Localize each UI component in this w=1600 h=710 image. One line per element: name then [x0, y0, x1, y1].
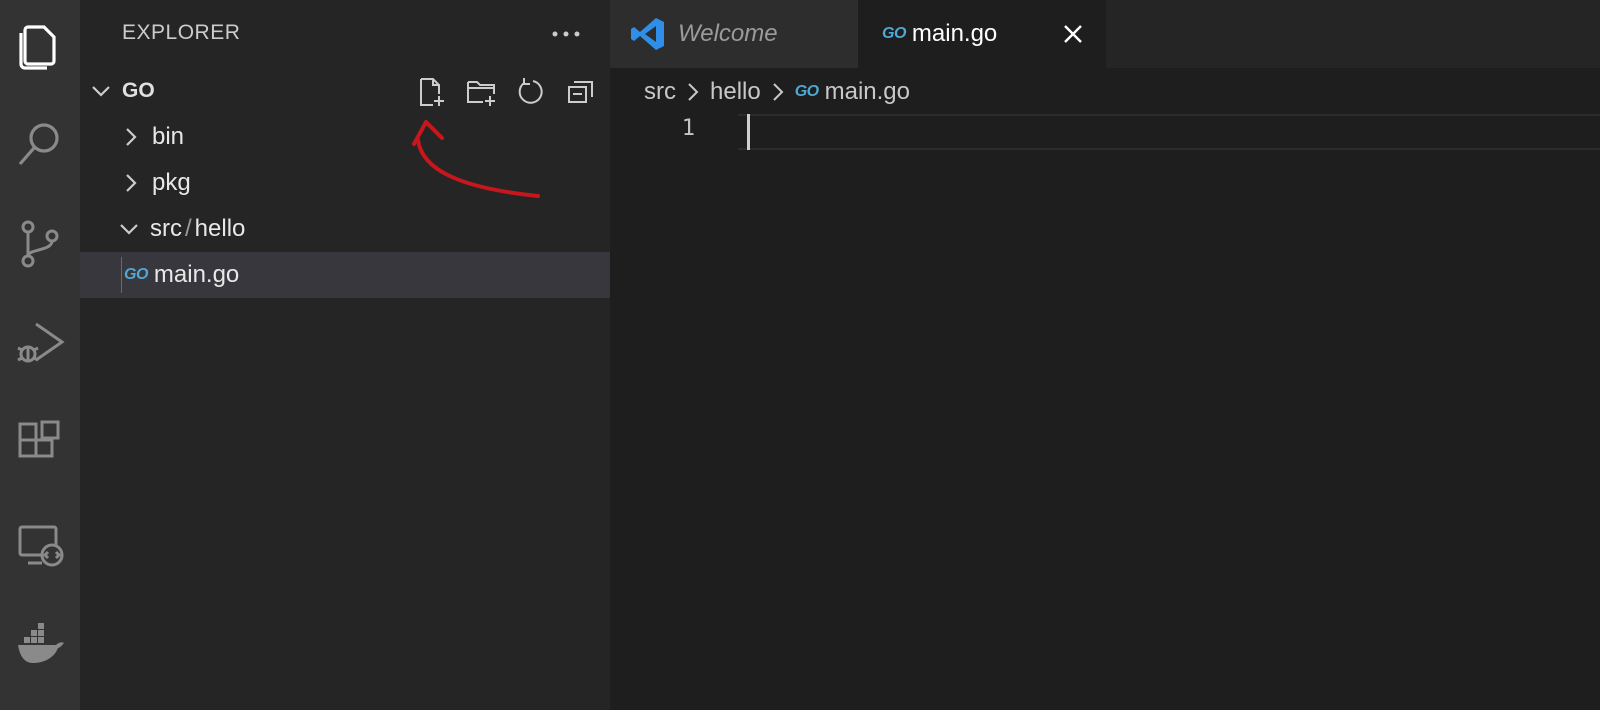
workspace-section-header[interactable]: GO [80, 68, 610, 114]
tab-welcome[interactable]: Welcome [610, 0, 858, 68]
path-separator: / [185, 215, 192, 242]
breadcrumb-item[interactable]: main.go [825, 78, 910, 106]
tab-label: main.go [911, 20, 998, 47]
go-file-icon: GO [124, 266, 148, 283]
extensions-icon[interactable] [0, 402, 80, 482]
text-cursor [747, 114, 750, 150]
docker-icon[interactable] [0, 605, 80, 685]
chevron-right-icon [126, 174, 137, 192]
refresh-icon[interactable] [510, 74, 552, 110]
new-file-icon[interactable] [410, 74, 452, 110]
new-folder-icon[interactable] [460, 74, 502, 110]
vscode-logo-icon [631, 18, 664, 50]
explorer-sidebar: EXPLORER GO bin pkg src / hello GO main.… [80, 0, 610, 710]
tree-item-label: hello [194, 215, 246, 242]
current-line-highlight [738, 114, 1600, 150]
go-file-icon: GO [882, 25, 906, 42]
indent-guide [121, 257, 122, 293]
more-actions-icon[interactable] [546, 14, 586, 54]
breadcrumb-item[interactable]: hello [710, 78, 761, 106]
remote-explorer-icon[interactable] [0, 505, 80, 585]
tree-folder-src-hello[interactable]: src / hello [80, 206, 610, 252]
breadcrumb-item[interactable]: src [644, 78, 676, 106]
line-number: 1 [681, 116, 695, 141]
tree-folder-bin[interactable]: bin [80, 114, 610, 160]
tab-label: Welcome [678, 20, 778, 47]
collapse-all-icon[interactable] [560, 74, 602, 110]
section-actions [410, 74, 602, 110]
tree-item-label: src [150, 215, 182, 242]
chevron-right-icon [126, 128, 137, 146]
tab-bar: Welcome GO main.go [610, 0, 1600, 68]
tree-item-label: bin [152, 123, 185, 150]
sidebar-header: EXPLORER [80, 0, 610, 66]
chevron-right-icon [688, 83, 699, 101]
chevron-right-icon [773, 83, 784, 101]
workspace-title: GO [122, 79, 155, 102]
tree-folder-pkg[interactable]: pkg [80, 160, 610, 206]
search-icon[interactable] [0, 104, 80, 184]
tree-file-main-go[interactable]: GO main.go [80, 252, 610, 298]
breadcrumb: src hello GO main.go [644, 76, 910, 108]
tab-main-go[interactable]: GO main.go [858, 0, 1106, 68]
activity-bar [0, 0, 80, 710]
go-file-icon: GO [794, 83, 819, 100]
chevron-down-icon [92, 86, 110, 97]
files-icon[interactable] [0, 5, 80, 85]
chevron-down-icon [120, 224, 138, 235]
sidebar-title: EXPLORER [122, 21, 241, 44]
editor-area: Welcome GO main.go src hello GO main.go … [610, 0, 1600, 710]
tree-item-label: pkg [152, 169, 191, 196]
run-debug-icon[interactable] [0, 302, 80, 382]
close-icon[interactable] [1058, 19, 1088, 49]
source-control-icon[interactable] [0, 204, 80, 284]
tree-item-label: main.go [153, 261, 240, 288]
